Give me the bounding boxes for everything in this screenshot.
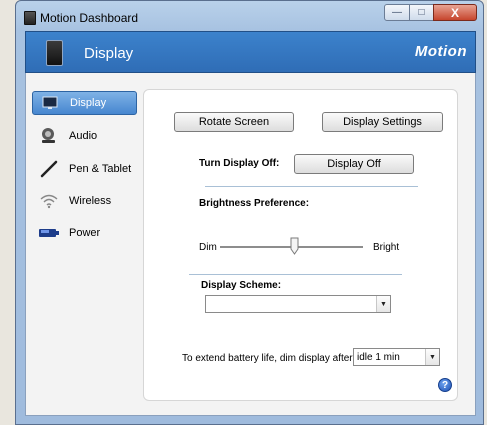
- tablet-icon: [46, 40, 63, 66]
- sidebar-item-audio[interactable]: Audio: [32, 124, 137, 148]
- separator: [189, 274, 402, 275]
- window-title: Motion Dashboard: [40, 11, 139, 25]
- sidebar-item-wireless[interactable]: Wireless: [32, 189, 137, 213]
- sidebar-item-label: Power: [69, 227, 101, 239]
- separator: [205, 186, 418, 187]
- display-settings-panel: Rotate Screen Display Settings Turn Disp…: [143, 89, 458, 401]
- sidebar-item-label: Pen & Tablet: [69, 163, 132, 175]
- brightness-bright-label: Bright: [373, 242, 400, 253]
- battery-icon: [38, 224, 60, 242]
- sidebar-item-label: Audio: [69, 130, 98, 142]
- sidebar-item-power[interactable]: Power: [32, 221, 137, 245]
- display-icon: [39, 94, 61, 112]
- motion-logo: Motion: [414, 43, 467, 60]
- app-window: Motion Dashboard — □ X Display Motion Di…: [15, 0, 484, 425]
- page-title: Display: [84, 45, 134, 62]
- brightness-label: Brightness Preference:: [199, 198, 310, 209]
- display-scheme-label: Display Scheme:: [201, 280, 282, 291]
- close-button[interactable]: X: [433, 4, 477, 21]
- chevron-down-icon[interactable]: ▼: [425, 349, 439, 365]
- help-icon[interactable]: ?: [438, 378, 452, 392]
- brightness-dim-label: Dim: [199, 242, 217, 253]
- brightness-slider-thumb[interactable]: [290, 237, 299, 255]
- client-area: Display Audio Pen & Tablet Wireless Powe…: [25, 73, 476, 416]
- wireless-icon: [38, 192, 60, 210]
- display-off-button[interactable]: Display Off: [294, 154, 414, 174]
- rotate-screen-button[interactable]: Rotate Screen: [174, 112, 294, 132]
- dim-timeout-dropdown[interactable]: idle 1 min ▼: [353, 348, 440, 366]
- dim-timeout-value: idle 1 min: [357, 351, 400, 363]
- sidebar-item-pen-tablet[interactable]: Pen & Tablet: [32, 157, 137, 181]
- minimize-button[interactable]: —: [384, 4, 410, 21]
- display-settings-button[interactable]: Display Settings: [322, 112, 443, 132]
- display-scheme-dropdown[interactable]: ▼: [205, 295, 391, 313]
- app-icon: [24, 11, 36, 25]
- sidebar-item-label: Display: [70, 97, 107, 109]
- speaker-icon: [38, 127, 60, 145]
- chevron-down-icon[interactable]: ▼: [376, 296, 390, 312]
- sidebar-item-label: Wireless: [69, 195, 112, 207]
- dim-display-label: To extend battery life, dim display afte…: [182, 353, 356, 364]
- title-bar[interactable]: Motion Dashboard — □ X: [16, 1, 483, 31]
- turn-display-off-label: Turn Display Off:: [199, 158, 280, 169]
- pen-icon: [38, 160, 60, 178]
- sidebar-item-display[interactable]: Display: [32, 91, 137, 115]
- maximize-button[interactable]: □: [409, 4, 434, 21]
- page-header: Display Motion: [25, 31, 476, 73]
